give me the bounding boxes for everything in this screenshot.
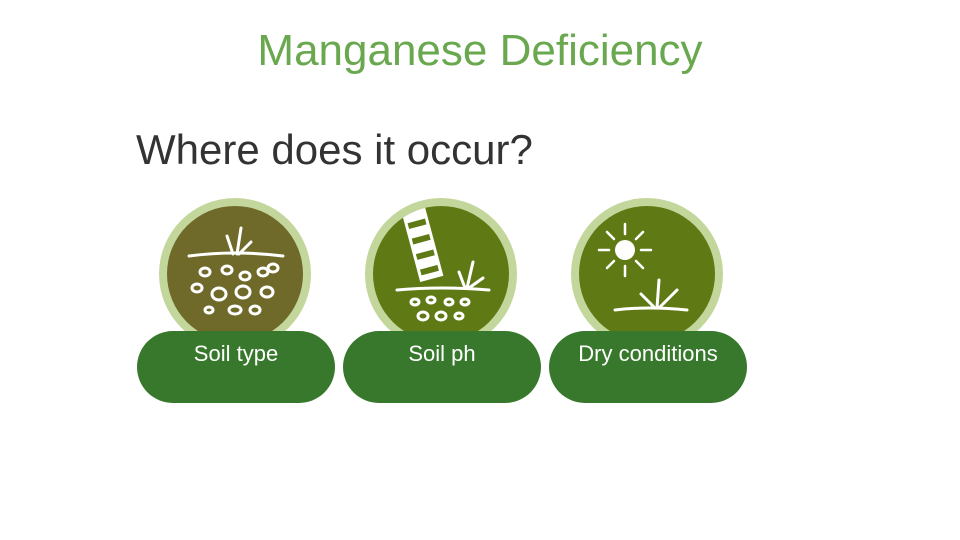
icon-ring (159, 198, 311, 350)
sun-dry-plant-icon (579, 206, 715, 342)
card-label: Soil type (193, 341, 279, 366)
dry-conditions-button[interactable]: Dry conditions (549, 331, 747, 403)
card-soil-type[interactable]: Soil type (137, 198, 337, 408)
soil-ph-test-strip-icon (373, 206, 509, 342)
card-soil-ph[interactable]: Soil ph (343, 198, 543, 408)
card-dry-conditions[interactable]: Dry conditions (549, 198, 749, 408)
soil-stones-icon (167, 206, 303, 342)
page-title: Manganese Deficiency (257, 26, 703, 75)
icon-ring (571, 198, 723, 350)
card-label: Dry conditions (578, 341, 718, 366)
soil-type-button[interactable]: Soil type (137, 331, 335, 403)
icon-ring (365, 198, 517, 350)
card-label: Soil ph (408, 341, 476, 366)
soil-ph-button[interactable]: Soil ph (343, 331, 541, 403)
section-heading: Where does it occur? (136, 126, 533, 173)
